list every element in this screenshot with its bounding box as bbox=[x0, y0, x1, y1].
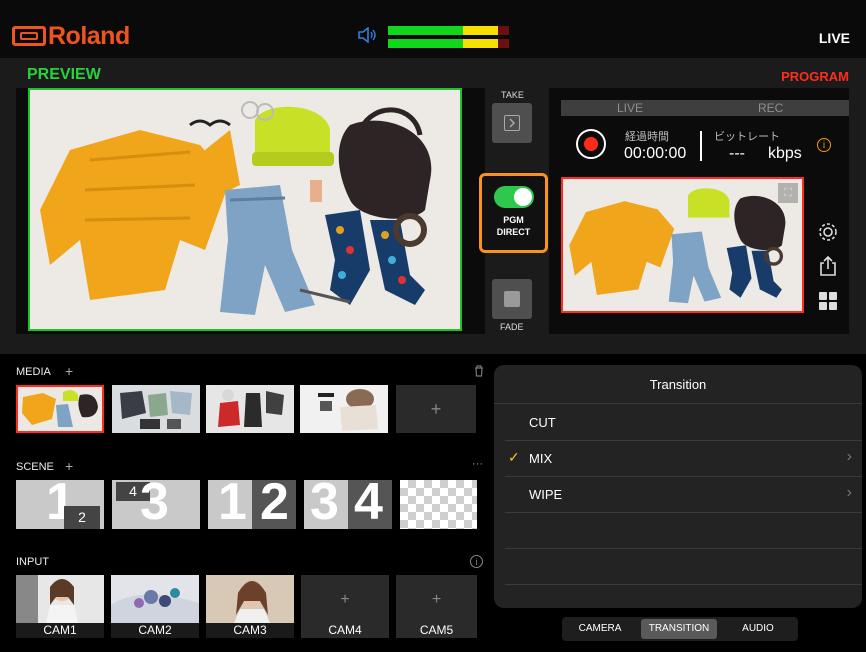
scene-2-main-number: 3 bbox=[140, 480, 169, 529]
media-thumb-4[interactable] bbox=[300, 385, 388, 433]
toggle-switch[interactable] bbox=[494, 186, 534, 208]
program-video[interactable]: ⛶ bbox=[561, 177, 804, 313]
scene-tile-5-empty[interactable] bbox=[400, 480, 477, 529]
media-thumb-2[interactable] bbox=[112, 385, 200, 433]
bitrate-value: --- bbox=[729, 145, 745, 162]
cam-label-5: CAM5 bbox=[419, 623, 454, 637]
play-icon bbox=[504, 115, 520, 131]
roland-mark-icon bbox=[12, 26, 46, 46]
scene-tile-3[interactable]: 1 2 bbox=[208, 480, 296, 529]
tab-audio[interactable]: AUDIO bbox=[724, 619, 792, 639]
fade-label: FADE bbox=[500, 322, 524, 332]
cam-label-2: CAM2 bbox=[111, 623, 199, 638]
trash-icon[interactable] bbox=[474, 365, 484, 377]
status-live: LIVE bbox=[617, 101, 644, 115]
cam-label-3: CAM3 bbox=[206, 623, 294, 638]
take-button[interactable] bbox=[492, 103, 532, 143]
transition-empty-row bbox=[505, 513, 862, 549]
pgm-direct-label-1: PGM bbox=[503, 215, 524, 225]
chevron-right-icon: › bbox=[846, 484, 852, 501]
record-button[interactable] bbox=[576, 129, 606, 159]
fade-button[interactable] bbox=[492, 279, 532, 319]
preview-label: PREVIEW bbox=[27, 66, 101, 83]
media-add-button[interactable]: + bbox=[65, 363, 73, 379]
transition-option-cut[interactable]: CUT bbox=[505, 405, 862, 441]
scene-add-button[interactable]: + bbox=[65, 458, 73, 474]
stop-square-icon bbox=[504, 291, 520, 307]
scene-4-left-number: 3 bbox=[310, 480, 339, 529]
cam5-add-icon: + bbox=[431, 591, 442, 608]
scene-1-pip-number: 2 bbox=[64, 506, 100, 529]
cam-tile-4[interactable]: + CAM4 bbox=[301, 575, 389, 638]
info-icon[interactable]: i bbox=[817, 138, 831, 152]
cam-tile-3[interactable]: CAM3 bbox=[206, 575, 294, 638]
bitrate-label: ビットレート bbox=[714, 131, 780, 143]
roland-logo: Roland bbox=[12, 22, 130, 51]
transition-title: Transition bbox=[649, 377, 707, 392]
transition-divider bbox=[494, 403, 862, 404]
audio-meter-left bbox=[388, 26, 509, 35]
media-thumb-1[interactable] bbox=[16, 385, 104, 433]
bitrate-unit: kbps bbox=[768, 145, 802, 162]
scene-tile-2[interactable]: 4 3 bbox=[112, 480, 200, 529]
media-thumb-3[interactable] bbox=[206, 385, 294, 433]
transition-option-wipe[interactable]: WIPE › bbox=[505, 477, 862, 513]
transition-empty-row bbox=[505, 549, 862, 585]
cam-label-4: CAM4 bbox=[328, 623, 362, 637]
status-rec: REC bbox=[758, 101, 784, 115]
cam-tile-1[interactable]: CAM1 bbox=[16, 575, 104, 638]
grid-icon[interactable] bbox=[817, 290, 839, 312]
scene-4-right-number: 4 bbox=[354, 480, 383, 529]
scene-label: SCENE bbox=[16, 461, 54, 473]
fullscreen-icon[interactable]: ⛶ bbox=[778, 183, 798, 203]
brand-text: Roland bbox=[48, 22, 130, 50]
gear-icon[interactable] bbox=[817, 221, 839, 243]
mix-label: MIX bbox=[529, 451, 553, 466]
media-add-tile[interactable]: + bbox=[396, 385, 476, 433]
media-label: MEDIA bbox=[16, 366, 51, 378]
stream-status-bar: LIVE REC bbox=[561, 100, 849, 116]
share-icon[interactable] bbox=[817, 255, 839, 277]
chevron-right-icon: › bbox=[846, 448, 852, 465]
transition-option-mix[interactable]: ✓ MIX › bbox=[505, 441, 862, 477]
tab-transition[interactable]: TRANSITION bbox=[641, 619, 717, 639]
live-status: LIVE bbox=[818, 30, 850, 46]
audio-meter-right bbox=[388, 39, 509, 48]
scene-3-left-number: 1 bbox=[218, 480, 247, 529]
scene-3-right-number: 2 bbox=[260, 480, 289, 529]
cut-label: CUT bbox=[529, 415, 556, 430]
scene-tile-4[interactable]: 3 4 bbox=[304, 480, 392, 529]
wipe-label: WIPE bbox=[529, 487, 563, 502]
elapsed-value: 00:00:00 bbox=[624, 145, 687, 162]
take-label: TAKE bbox=[501, 90, 524, 100]
speaker-icon[interactable] bbox=[357, 26, 377, 47]
cam-label-1: CAM1 bbox=[16, 623, 104, 638]
preview-video[interactable] bbox=[28, 88, 462, 331]
divider bbox=[700, 131, 702, 161]
cam4-add-icon: + bbox=[340, 591, 350, 608]
input-info-icon[interactable]: i bbox=[470, 555, 483, 568]
tab-camera[interactable]: CAMERA bbox=[566, 619, 634, 639]
elapsed-label: 経過時間 bbox=[625, 131, 669, 143]
cam-tile-2[interactable]: CAM2 bbox=[111, 575, 199, 638]
cam-tile-5[interactable]: + CAM5 bbox=[396, 575, 477, 638]
pgm-direct-toggle[interactable]: PGM DIRECT bbox=[479, 173, 548, 253]
scene-more-button[interactable]: ··· bbox=[472, 458, 483, 470]
input-label: INPUT bbox=[16, 556, 49, 568]
scene-tile-1[interactable]: 1 2 bbox=[16, 480, 104, 529]
program-label: PROGRAM bbox=[781, 69, 849, 84]
pgm-direct-label-2: DIRECT bbox=[496, 227, 531, 237]
check-icon: ✓ bbox=[508, 449, 520, 465]
